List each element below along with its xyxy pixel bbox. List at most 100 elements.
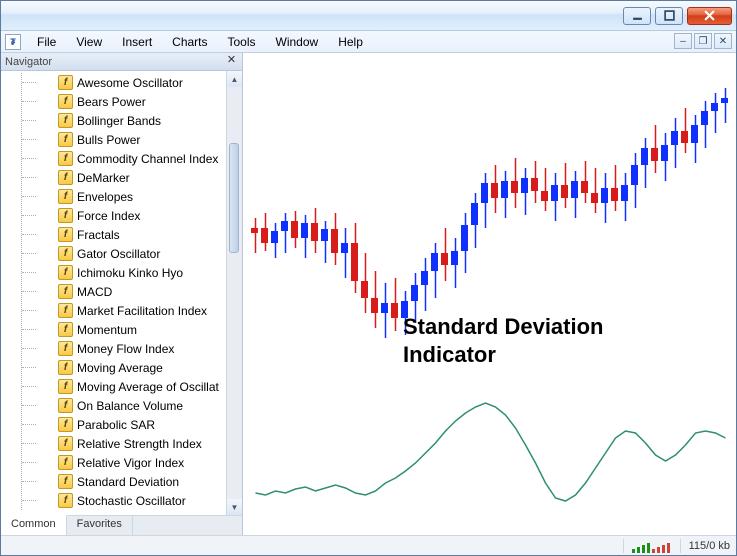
indicator-label: On Balance Volume: [77, 399, 183, 413]
indicator-item[interactable]: f Bollinger Bands: [58, 111, 226, 130]
title-bar: [1, 1, 736, 31]
indicator-label: Moving Average of Oscillat: [77, 380, 219, 394]
indicator-item[interactable]: f Fractals: [58, 225, 226, 244]
indicator-label: Relative Vigor Index: [77, 456, 184, 470]
close-button[interactable]: [687, 7, 732, 25]
indicator-icon: f: [58, 265, 73, 280]
indicator-label: Money Flow Index: [77, 342, 174, 356]
indicator-item[interactable]: f MACD: [58, 282, 226, 301]
indicator-item[interactable]: f Bulls Power: [58, 130, 226, 149]
indicator-label: Envelopes: [77, 190, 133, 204]
navigator-close-icon[interactable]: ✕: [225, 55, 238, 68]
indicator-icon: f: [58, 246, 73, 261]
indicator-icon: f: [58, 493, 73, 508]
indicator-label: MACD: [77, 285, 112, 299]
indicator-item[interactable]: f Money Flow Index: [58, 339, 226, 358]
indicator-icon: f: [58, 436, 73, 451]
scroll-up-icon[interactable]: ▲: [227, 71, 242, 87]
navigator-tab-favorites[interactable]: Favorites: [67, 516, 133, 535]
connection-icon[interactable]: [632, 539, 672, 553]
chart-overlay-line1: Standard Deviation: [403, 313, 603, 341]
navigator-tree[interactable]: f Awesome Oscillator f Bears Power f Bollinge…: [1, 71, 226, 515]
indicator-icon: f: [58, 303, 73, 318]
menu-bar: ₮ FileViewInsertChartsToolsWindowHelp ‒ …: [1, 31, 736, 53]
indicator-icon: f: [58, 360, 73, 375]
indicator-item[interactable]: f DeMarker: [58, 168, 226, 187]
indicator-item[interactable]: fIchimoku Kinko Hyo: [58, 263, 226, 282]
indicator-icon: f: [58, 189, 73, 204]
indicator-label: DeMarker: [77, 171, 130, 185]
indicator-item[interactable]: f Moving Average: [58, 358, 226, 377]
mdi-close-button[interactable]: ✕: [714, 33, 732, 49]
indicator-item[interactable]: f Awesome Oscillator: [58, 73, 226, 92]
mdi-restore-button[interactable]: ❐: [694, 33, 712, 49]
indicator-item[interactable]: f Envelopes: [58, 187, 226, 206]
menu-tools[interactable]: Tools: [218, 33, 266, 51]
indicator-item[interactable]: f Standard Deviation: [58, 472, 226, 491]
indicator-item[interactable]: f Bears Power: [58, 92, 226, 111]
indicator-label: Bollinger Bands: [77, 114, 161, 128]
indicator-label: Bulls Power: [77, 133, 140, 147]
indicator-icon: f: [58, 208, 73, 223]
indicator-icon: f: [58, 227, 73, 242]
navigator-scrollbar[interactable]: ▲ ▼: [226, 71, 242, 515]
status-bar: 115/0 kb: [1, 535, 736, 555]
indicator-item[interactable]: f Relative Strength Index: [58, 434, 226, 453]
indicator-label: Market Facilitation Index: [77, 304, 207, 318]
indicator-label: Standard Deviation: [77, 475, 179, 489]
indicator-item[interactable]: f Stochastic Oscillator: [58, 491, 226, 510]
indicator-label: Force Index: [77, 209, 140, 223]
indicator-item[interactable]: f Parabolic SAR: [58, 415, 226, 434]
indicator-item[interactable]: f Relative Vigor Index: [58, 453, 226, 472]
indicator-label: Fractals: [77, 228, 120, 242]
app-window: ₮ FileViewInsertChartsToolsWindowHelp ‒ …: [0, 0, 737, 556]
indicator-icon: f: [58, 113, 73, 128]
scroll-down-icon[interactable]: ▼: [227, 499, 242, 515]
indicator-icon: f: [58, 455, 73, 470]
indicator-icon: f: [58, 151, 73, 166]
menu-help[interactable]: Help: [328, 33, 373, 51]
menu-charts[interactable]: Charts: [162, 33, 217, 51]
workspace: Navigator ✕ f Awesome Oscillator f Bears Po…: [1, 53, 736, 535]
app-icon: ₮: [5, 34, 21, 50]
scroll-thumb[interactable]: [229, 143, 239, 253]
navigator-title: Navigator: [5, 56, 52, 68]
menu-file[interactable]: File: [27, 33, 66, 51]
chart-overlay-line2: Indicator: [403, 341, 603, 369]
indicator-item[interactable]: f Force Index: [58, 206, 226, 225]
indicator-icon: f: [58, 284, 73, 299]
indicator-item[interactable]: f Moving Average of Oscillat: [58, 377, 226, 396]
indicator-subchart: [243, 383, 733, 523]
indicator-label: Bears Power: [77, 95, 146, 109]
indicator-icon: f: [58, 341, 73, 356]
indicator-icon: f: [58, 417, 73, 432]
indicator-label: Parabolic SAR: [77, 418, 155, 432]
indicator-label: Momentum: [77, 323, 137, 337]
indicator-label: Moving Average: [77, 361, 163, 375]
maximize-button[interactable]: [655, 7, 683, 25]
menu-view[interactable]: View: [66, 33, 112, 51]
navigator-titlebar: Navigator ✕: [1, 53, 242, 71]
mdi-minimize-button[interactable]: ‒: [674, 33, 692, 49]
indicator-item[interactable]: fGator Oscillator: [58, 244, 226, 263]
navigator-tab-common[interactable]: Common: [1, 515, 67, 535]
indicator-icon: f: [58, 170, 73, 185]
indicator-icon: f: [58, 132, 73, 147]
indicator-icon: f: [58, 75, 73, 90]
status-traffic: 115/0 kb: [689, 540, 730, 552]
indicator-item[interactable]: fOn Balance Volume: [58, 396, 226, 415]
indicator-item[interactable]: f Market Facilitation Index: [58, 301, 226, 320]
chart-area[interactable]: Standard Deviation Indicator: [243, 53, 736, 535]
menu-insert[interactable]: Insert: [112, 33, 162, 51]
indicator-icon: f: [58, 379, 73, 394]
indicator-item[interactable]: fCommodity Channel Index: [58, 149, 226, 168]
menu-window[interactable]: Window: [266, 33, 329, 51]
chart-overlay-label: Standard Deviation Indicator: [403, 313, 603, 368]
indicator-item[interactable]: fMomentum: [58, 320, 226, 339]
minimize-button[interactable]: [623, 7, 651, 25]
indicator-label: Stochastic Oscillator: [77, 494, 186, 508]
indicator-icon: f: [58, 94, 73, 109]
indicator-label: Relative Strength Index: [77, 437, 202, 451]
indicator-label: Awesome Oscillator: [77, 76, 183, 90]
indicator-icon: f: [58, 474, 73, 489]
